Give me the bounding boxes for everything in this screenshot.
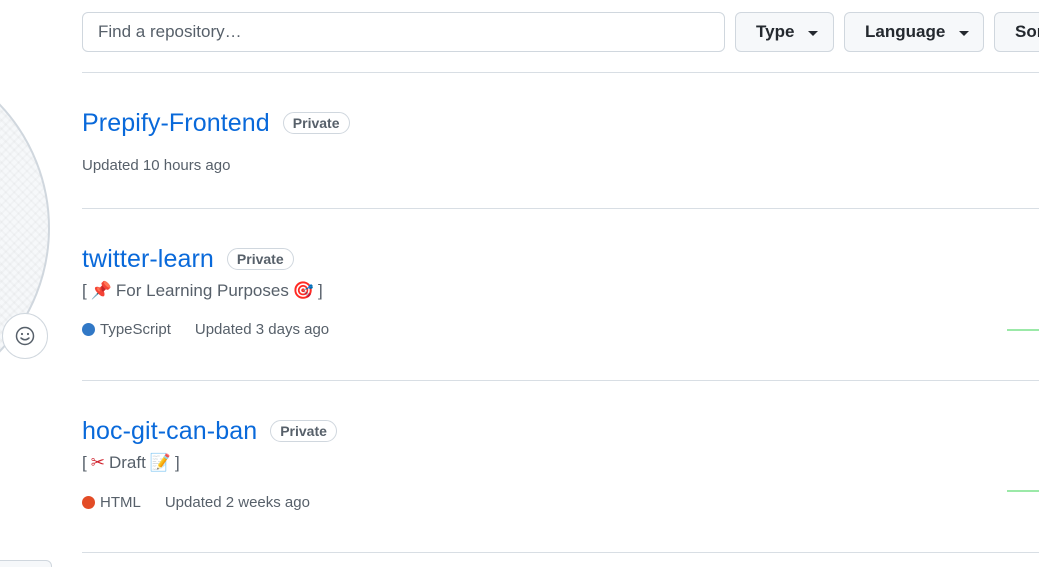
caret-down-icon (808, 31, 818, 36)
activity-sparkline (1007, 329, 1039, 331)
memo-icon: 📝 (150, 453, 171, 473)
language-color-dot (82, 323, 95, 336)
repo-name-link[interactable]: twitter-learn (82, 245, 214, 274)
visibility-badge: Private (270, 420, 337, 442)
updated-time: Updated 10 hours ago (82, 157, 230, 174)
type-filter-button[interactable]: Type (735, 12, 834, 52)
language-name: HTML (100, 494, 141, 511)
repo-filter-bar: Type Language Sort (82, 12, 1039, 52)
desc-open-bracket: [ (82, 281, 87, 301)
repo-description: [ 📌 For Learning Purposes 🎯 ] (82, 280, 1022, 302)
language-filter-button[interactable]: Language (844, 12, 984, 52)
caret-down-icon (959, 31, 969, 36)
sort-filter-button[interactable]: Sort (994, 12, 1039, 52)
visibility-badge: Private (227, 248, 294, 270)
set-status-button[interactable] (2, 313, 48, 359)
language-name: TypeScript (100, 321, 171, 338)
repo-language: TypeScript (82, 321, 171, 338)
repo-language: HTML (82, 494, 141, 511)
updated-time: Updated 3 days ago (195, 321, 329, 338)
list-divider (82, 208, 1039, 209)
pushpin-icon: 📌 (91, 281, 112, 301)
sidebar-button-edge[interactable] (0, 560, 52, 567)
scissors-icon: ✂ (91, 453, 105, 473)
desc-close-bracket: ] (175, 453, 180, 473)
repo-description: [ ✂ Draft 📝 ] (82, 452, 1022, 474)
list-divider (82, 72, 1039, 73)
updated-time: Updated 2 weeks ago (165, 494, 310, 511)
repo-list-item: hoc-git-can-ban Private [ ✂ Draft 📝 ] HT… (82, 416, 1022, 511)
repositories-page: Type Language Sort Prepify-Frontend Priv… (0, 0, 1039, 567)
activity-sparkline (1007, 490, 1039, 492)
list-divider (82, 380, 1039, 381)
smiley-icon (15, 326, 35, 346)
list-divider (82, 552, 1039, 553)
sort-filter-label: Sort (1015, 22, 1039, 42)
desc-open-bracket: [ (82, 453, 87, 473)
repo-list-item: Prepify-Frontend Private Updated 10 hour… (82, 108, 1022, 174)
desc-text: For Learning Purposes (116, 281, 289, 301)
repo-list-item: twitter-learn Private [ 📌 For Learning P… (82, 244, 1022, 338)
repo-name-link[interactable]: Prepify-Frontend (82, 109, 270, 138)
language-color-dot (82, 496, 95, 509)
find-repository-input[interactable] (82, 12, 725, 52)
repo-name-link[interactable]: hoc-git-can-ban (82, 417, 257, 446)
target-icon: 🎯 (293, 281, 314, 301)
language-filter-label: Language (865, 22, 945, 42)
visibility-badge: Private (283, 112, 350, 134)
desc-close-bracket: ] (318, 281, 323, 301)
type-filter-label: Type (756, 22, 794, 42)
desc-text: Draft (109, 453, 146, 473)
